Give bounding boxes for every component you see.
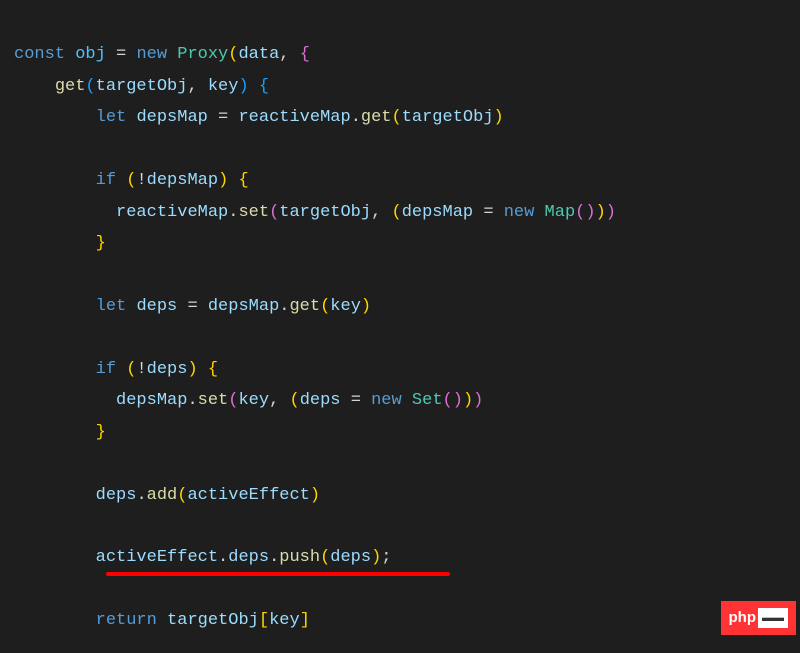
var-data: data (238, 45, 279, 64)
watermark-suffix: ▬▬ (758, 608, 788, 628)
code-line: deps.add(activeEffect) (14, 486, 320, 505)
keyword-new: new (504, 203, 535, 222)
method-get: get (55, 77, 86, 96)
var-deps: deps (96, 486, 137, 505)
var-deps: deps (147, 360, 188, 379)
method-set: set (198, 391, 229, 410)
var-targetobj: targetObj (167, 611, 259, 630)
var-activeeffect: activeEffect (187, 486, 309, 505)
code-line: if (!depsMap) { (14, 171, 249, 190)
prop-deps: deps (228, 548, 269, 567)
var-depsmap: depsMap (147, 171, 218, 190)
var-deps: deps (300, 391, 341, 410)
class-proxy: Proxy (177, 45, 228, 64)
code-line: } (14, 234, 106, 253)
watermark-badge: php ▬▬ (721, 601, 797, 635)
code-editor: const obj = new Proxy(data, { get(target… (0, 0, 800, 637)
code-line: let depsMap = reactiveMap.get(targetObj) (14, 108, 504, 127)
class-set: Set (412, 391, 443, 410)
var-key: key (330, 297, 361, 316)
code-line: let deps = depsMap.get(key) (14, 297, 371, 316)
code-line: if (!deps) { (14, 360, 218, 379)
keyword-let: let (96, 297, 127, 316)
keyword-if: if (96, 360, 116, 379)
var-depsmap: depsMap (208, 297, 279, 316)
method-push: push (279, 548, 320, 567)
code-line: const obj = new Proxy(data, { (14, 45, 310, 64)
code-line: } (14, 423, 106, 442)
param-targetobj: targetObj (96, 77, 188, 96)
class-map: Map (545, 203, 576, 222)
method-get: get (361, 108, 392, 127)
param-key: key (208, 77, 239, 96)
keyword-new: new (136, 45, 167, 64)
method-set: set (238, 203, 269, 222)
keyword-new: new (371, 391, 402, 410)
code-line: get(targetObj, key) { (14, 77, 269, 96)
code-line: return targetObj[key] (14, 611, 310, 630)
var-obj: obj (75, 45, 106, 64)
var-key: key (269, 611, 300, 630)
watermark-text: php (729, 604, 757, 632)
var-depsmap: depsMap (116, 391, 187, 410)
var-depsmap: depsMap (402, 203, 473, 222)
var-targetobj: targetObj (279, 203, 371, 222)
var-activeeffect: activeEffect (96, 548, 218, 567)
keyword-return: return (96, 611, 157, 630)
method-add: add (147, 486, 178, 505)
keyword-const: const (14, 45, 65, 64)
annotation-underline (106, 572, 450, 576)
code-line: activeEffect.deps.push(deps); (14, 548, 392, 567)
var-deps: deps (136, 297, 177, 316)
var-key: key (238, 391, 269, 410)
var-targetobj: targetObj (402, 108, 494, 127)
var-deps: deps (330, 548, 371, 567)
var-depsmap: depsMap (136, 108, 207, 127)
code-line: reactiveMap.set(targetObj, (depsMap = ne… (14, 203, 616, 222)
method-get: get (289, 297, 320, 316)
keyword-if: if (96, 171, 116, 190)
keyword-let: let (96, 108, 127, 127)
var-reactivemap: reactiveMap (238, 108, 350, 127)
var-reactivemap: reactiveMap (116, 203, 228, 222)
code-line: depsMap.set(key, (deps = new Set())) (14, 391, 483, 410)
